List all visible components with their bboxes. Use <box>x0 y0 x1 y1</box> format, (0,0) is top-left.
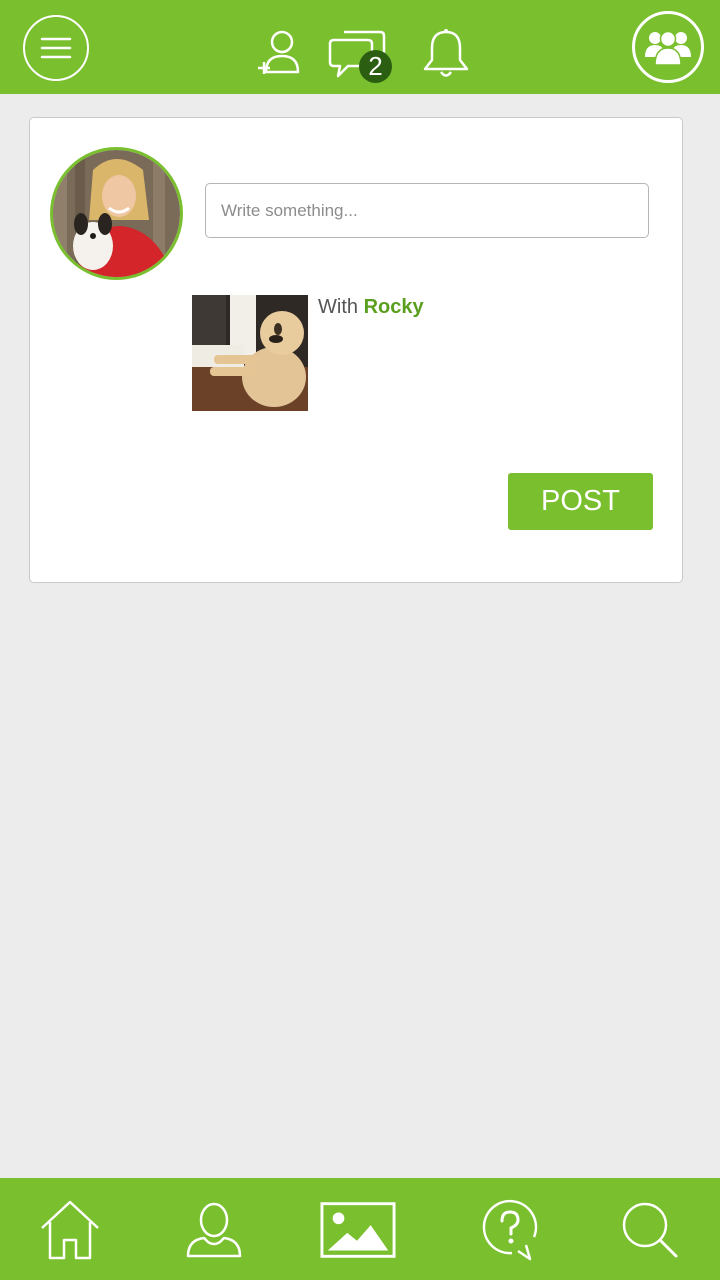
nav-profile[interactable] <box>176 1194 252 1266</box>
user-avatar[interactable] <box>50 147 183 280</box>
user-avatar-photo <box>53 150 180 277</box>
groups-button[interactable] <box>632 11 704 83</box>
home-icon <box>41 1200 99 1260</box>
groups-icon <box>645 30 691 66</box>
profile-icon <box>186 1202 242 1258</box>
tagged-pet-line: With Rocky <box>318 296 424 319</box>
photos-icon <box>320 1202 396 1258</box>
menu-icon <box>40 37 72 59</box>
nav-photos[interactable] <box>320 1194 396 1266</box>
messages-button[interactable]: 2 <box>328 26 394 83</box>
menu-button[interactable] <box>23 15 89 81</box>
notifications-button[interactable] <box>420 26 472 82</box>
nav-home[interactable] <box>32 1194 108 1266</box>
nav-help[interactable] <box>472 1194 548 1266</box>
with-label: With <box>318 296 358 318</box>
nav-search[interactable] <box>612 1194 688 1266</box>
bell-icon <box>423 29 469 77</box>
post-composer-card: With Rocky POST <box>29 117 683 583</box>
bottom-nav-bar <box>0 1178 720 1280</box>
messages-badge: 2 <box>359 50 392 83</box>
add-friend-icon <box>258 30 300 74</box>
top-bar: 2 <box>0 0 720 94</box>
tagged-pet-name[interactable]: Rocky <box>364 296 424 318</box>
search-icon <box>622 1202 678 1258</box>
add-friend-button[interactable] <box>256 26 306 82</box>
pet-photo <box>192 295 308 411</box>
help-icon <box>482 1199 538 1261</box>
post-button[interactable]: POST <box>508 473 653 530</box>
pet-photo-thumbnail[interactable] <box>192 295 308 411</box>
post-text-input[interactable] <box>205 183 649 238</box>
